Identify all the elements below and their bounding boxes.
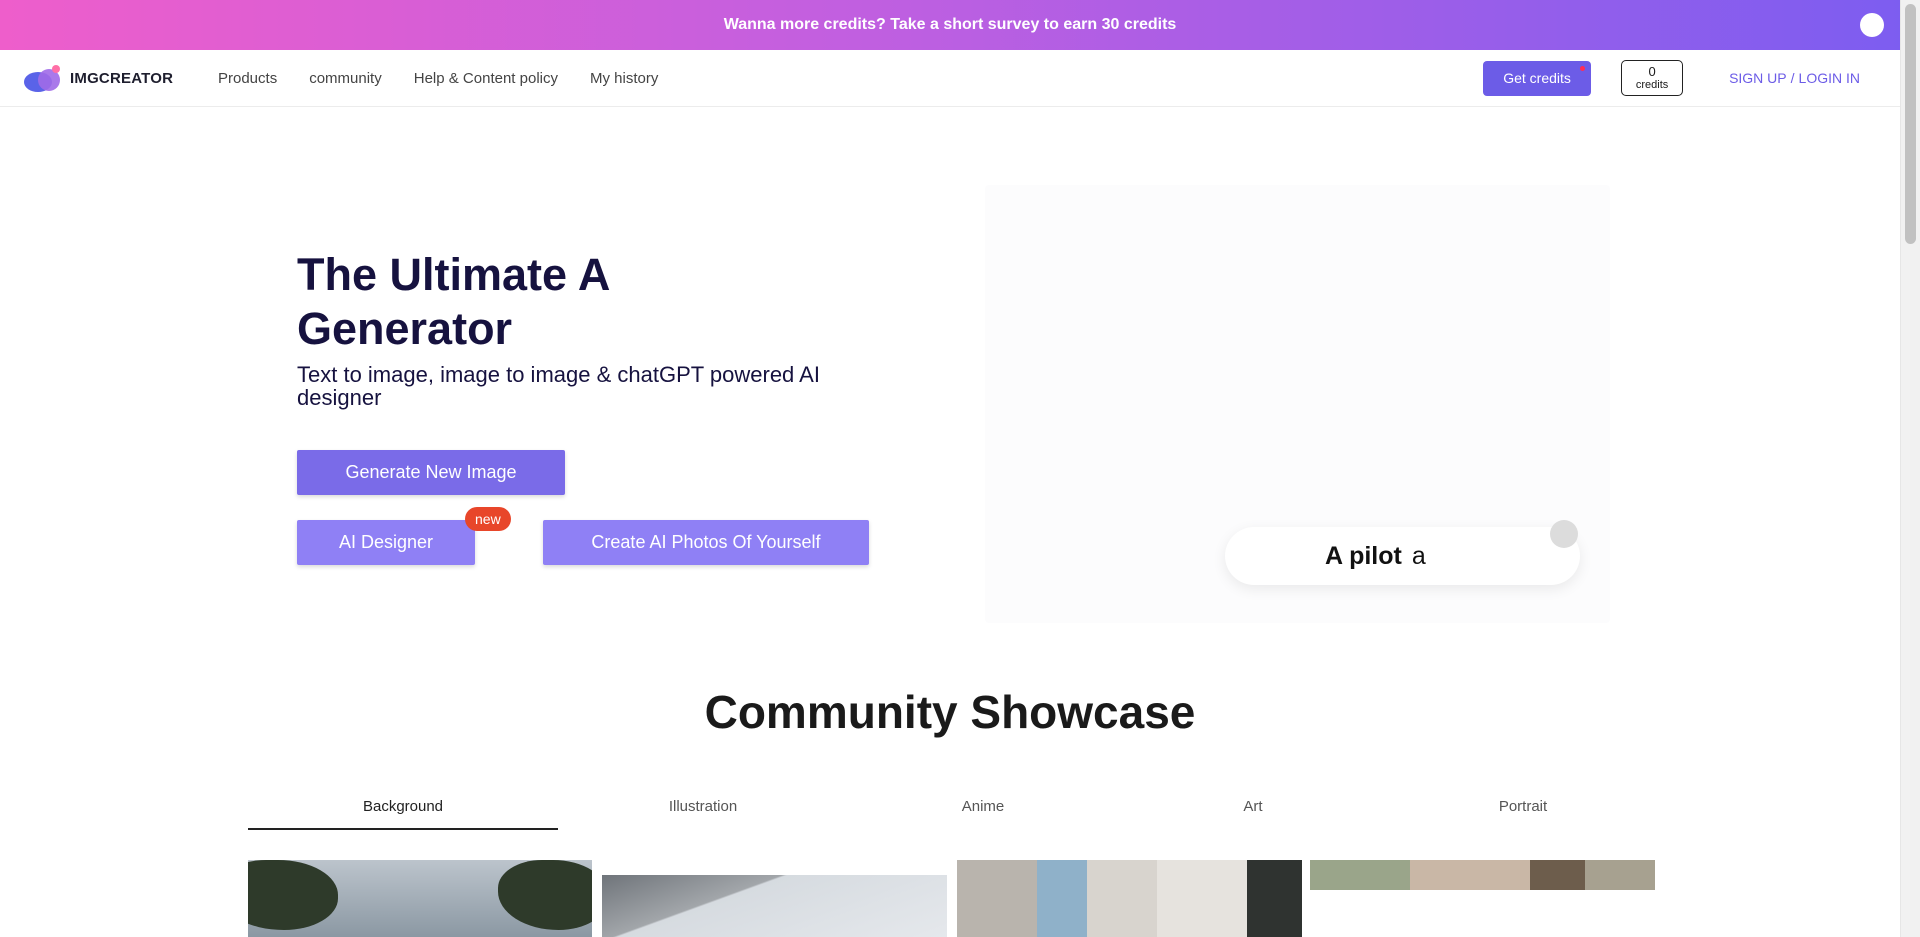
ai-designer-button[interactable]: AI Designer bbox=[297, 520, 475, 565]
signup-link[interactable]: SIGN UP bbox=[1729, 70, 1787, 86]
hero-animation: A pilot a bbox=[985, 185, 1610, 623]
navbar: IMGCREATOR Products community Help & Con… bbox=[0, 50, 1900, 107]
credits-count: 0 bbox=[1648, 63, 1656, 79]
generate-image-button[interactable]: Generate New Image bbox=[297, 450, 565, 495]
hero-title: The Ultimate A Generator bbox=[297, 249, 609, 354]
create-ai-photos-label: Create AI Photos Of Yourself bbox=[591, 532, 821, 552]
prompt-demo-typing: a bbox=[1411, 541, 1426, 570]
tab-portrait[interactable]: Portrait bbox=[1388, 790, 1658, 830]
nav-link-community[interactable]: community bbox=[309, 70, 382, 87]
showcase-tabs: Background Illustration Anime Art Portra… bbox=[248, 790, 1658, 830]
get-credits-button[interactable]: Get credits bbox=[1483, 60, 1592, 96]
notification-dot-icon bbox=[1580, 65, 1586, 71]
credits-counter[interactable]: 0 credits bbox=[1621, 60, 1684, 96]
announcement-close-icon[interactable] bbox=[1860, 13, 1884, 37]
auth-links: SIGN UP / LOGIN IN bbox=[1729, 70, 1860, 86]
tab-illustration[interactable]: Illustration bbox=[558, 790, 848, 830]
logo-text: IMGCREATOR bbox=[70, 69, 174, 87]
showcase-image[interactable] bbox=[957, 860, 1302, 937]
showcase-image[interactable] bbox=[602, 875, 947, 937]
logo[interactable]: IMGCREATOR bbox=[22, 63, 192, 93]
prompt-knob-icon bbox=[1550, 520, 1578, 548]
logo-icon bbox=[22, 63, 66, 93]
generate-image-label: Generate New Image bbox=[345, 462, 517, 482]
announcement-bar[interactable]: Wanna more credits? Take a short survey … bbox=[0, 0, 1900, 50]
credits-label: credits bbox=[1635, 79, 1669, 92]
create-ai-photos-button[interactable]: Create AI Photos Of Yourself bbox=[543, 520, 869, 565]
get-credits-label: Get credits bbox=[1503, 70, 1571, 86]
new-badge: new bbox=[465, 507, 511, 531]
tab-anime[interactable]: Anime bbox=[848, 790, 1118, 830]
nav-link-products[interactable]: Products bbox=[218, 70, 277, 87]
nav-link-help[interactable]: Help & Content policy bbox=[414, 70, 558, 87]
nav-link-history[interactable]: My history bbox=[590, 70, 658, 87]
prompt-demo-text: A pilot bbox=[1325, 541, 1402, 570]
tab-art[interactable]: Art bbox=[1118, 790, 1388, 830]
login-link[interactable]: LOGIN IN bbox=[1799, 70, 1860, 86]
nav-links: Products community Help & Content policy… bbox=[218, 70, 690, 87]
announcement-text[interactable]: Wanna more credits? Take a short survey … bbox=[724, 16, 1177, 34]
scrollbar-thumb[interactable] bbox=[1905, 4, 1916, 244]
ai-designer-label: AI Designer bbox=[338, 532, 434, 552]
showcase-title: Community Showcase bbox=[704, 686, 1196, 738]
showcase-image[interactable] bbox=[248, 860, 592, 937]
tab-background[interactable]: Background bbox=[248, 790, 558, 830]
nav-right: Get credits 0 credits SIGN UP / LOGIN IN bbox=[1483, 60, 1900, 96]
showcase-image[interactable] bbox=[1310, 860, 1655, 890]
scrollbar[interactable] bbox=[1900, 0, 1920, 937]
auth-separator: / bbox=[1790, 70, 1795, 86]
prompt-demo-pill: A pilot a bbox=[1225, 527, 1580, 585]
hero-subtitle: Text to image, image to image & chatGPT … bbox=[297, 362, 820, 410]
